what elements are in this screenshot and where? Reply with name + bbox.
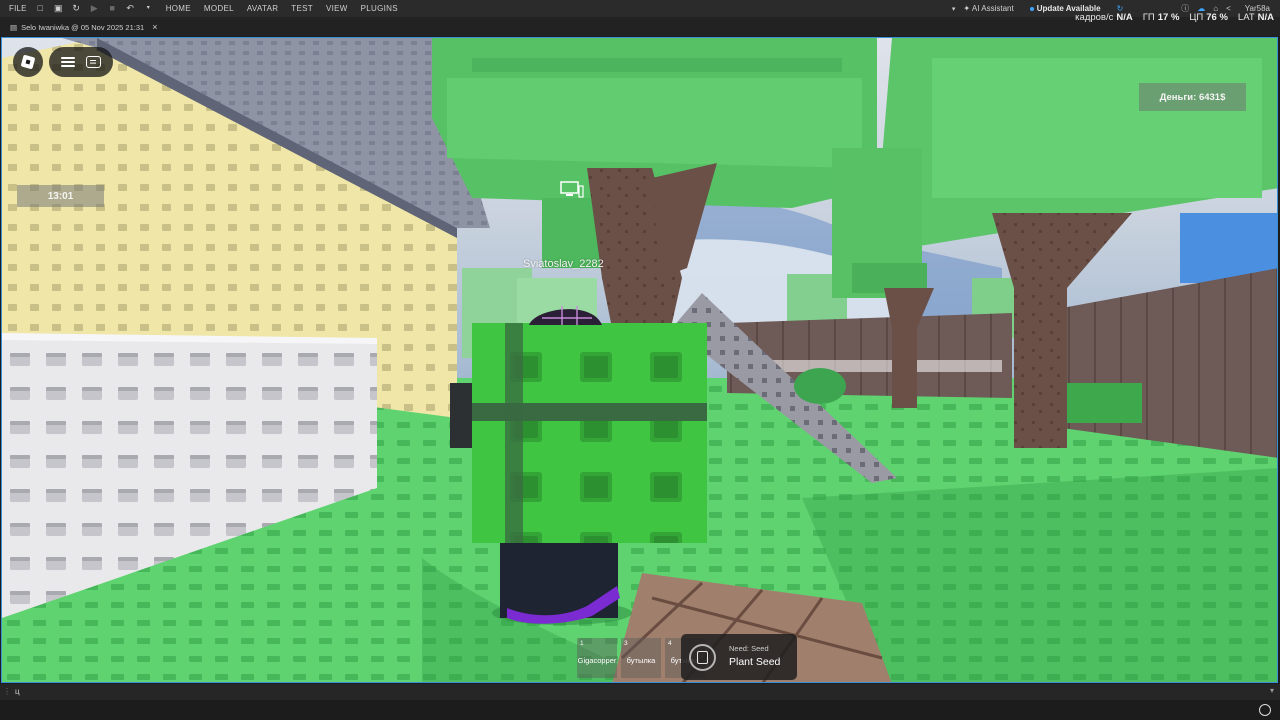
chevron-down-icon[interactable]: ▾ bbox=[1270, 686, 1274, 695]
slot-number: 3 bbox=[624, 640, 628, 647]
latency-stat: LAT N/A bbox=[1237, 12, 1274, 23]
roblox-menu-button[interactable] bbox=[13, 47, 43, 77]
roblox-top-controls bbox=[49, 47, 113, 77]
slot-number: 1 bbox=[580, 640, 584, 647]
stop-icon[interactable]: ■ bbox=[108, 4, 117, 13]
hotbar-slot-3[interactable]: 3 бутылка bbox=[621, 638, 661, 678]
slot-label: бутылка bbox=[626, 656, 656, 665]
chevron-down-icon[interactable]: ▾ bbox=[952, 5, 956, 13]
command-bar: ⋮ ц ▾ bbox=[0, 684, 1280, 700]
tab-place[interactable]: ▤ Selo Iwaniwka @ 05 Nov 2025 21:31 × bbox=[6, 19, 161, 35]
prompt-object-text: Need: Seed bbox=[729, 644, 769, 653]
chevron-down-icon[interactable]: ▾ bbox=[144, 4, 153, 13]
gpu-stat: ГП 17 % bbox=[1142, 12, 1180, 23]
game-scene bbox=[2, 38, 1277, 682]
sparkle-icon: ✦ bbox=[963, 4, 971, 13]
close-icon[interactable]: × bbox=[152, 22, 157, 32]
play-icon[interactable]: ▶ bbox=[90, 4, 99, 13]
nav-model[interactable]: MODEL bbox=[204, 4, 234, 13]
computer-icon bbox=[560, 181, 584, 198]
chat-icon[interactable] bbox=[86, 56, 102, 68]
game-clock: 13:01 bbox=[17, 185, 104, 207]
prompt-action-text: Plant Seed bbox=[729, 656, 781, 668]
money-display: Деньги: 6431$ bbox=[1139, 83, 1246, 111]
new-file-icon[interactable]: □ bbox=[36, 4, 45, 13]
tab-title: Selo Iwaniwka @ 05 Nov 2025 21:31 bbox=[21, 22, 145, 32]
update-dot-icon bbox=[1029, 7, 1034, 11]
gamepad-icon[interactable] bbox=[1259, 704, 1271, 716]
nav-test[interactable]: TEST bbox=[291, 4, 313, 13]
nav-avatar[interactable]: AVATAR bbox=[247, 4, 278, 13]
nav-plugins[interactable]: PLUGINS bbox=[361, 4, 398, 13]
hamburger-menu-icon[interactable] bbox=[60, 57, 75, 67]
cpu-stat: ЦП 76 % bbox=[1189, 12, 1228, 23]
ai-assistant-button[interactable]: ✦ AI Assistant bbox=[963, 4, 1013, 13]
footer-bar bbox=[0, 700, 1280, 720]
file-menu[interactable]: FILE bbox=[9, 4, 27, 13]
slot-number: 4 bbox=[668, 640, 672, 647]
proximity-prompt[interactable]: Need: Seed Plant Seed bbox=[681, 634, 797, 680]
refresh-icon[interactable]: ↻ bbox=[72, 4, 81, 13]
save-icon[interactable]: ▣ bbox=[54, 4, 63, 13]
document-icon: ▤ bbox=[10, 22, 18, 32]
performance-stats: кадров/с N/A ГП 17 % ЦП 76 % LAT N/A bbox=[1075, 12, 1274, 23]
game-viewport[interactable]: 13:01 Деньги: 6431$ Sviatoslav_2282 1 Gi… bbox=[1, 37, 1278, 683]
command-caret-icon: ⋮ bbox=[3, 687, 11, 696]
nav-view[interactable]: VIEW bbox=[326, 4, 348, 13]
hotbar-slot-1[interactable]: 1 Gigacopper bbox=[577, 638, 617, 678]
slot-label: Gigacopper bbox=[577, 656, 617, 665]
undo-icon[interactable]: ↶ bbox=[126, 4, 135, 13]
command-input[interactable]: ⋮ ц bbox=[3, 687, 20, 696]
roblox-logo-icon bbox=[20, 54, 36, 70]
player-nametag: Sviatoslav_2282 bbox=[523, 258, 604, 270]
interact-key-icon bbox=[689, 644, 716, 671]
fps-stat: кадров/с N/A bbox=[1075, 12, 1133, 23]
nav-home[interactable]: HOME bbox=[166, 4, 191, 13]
